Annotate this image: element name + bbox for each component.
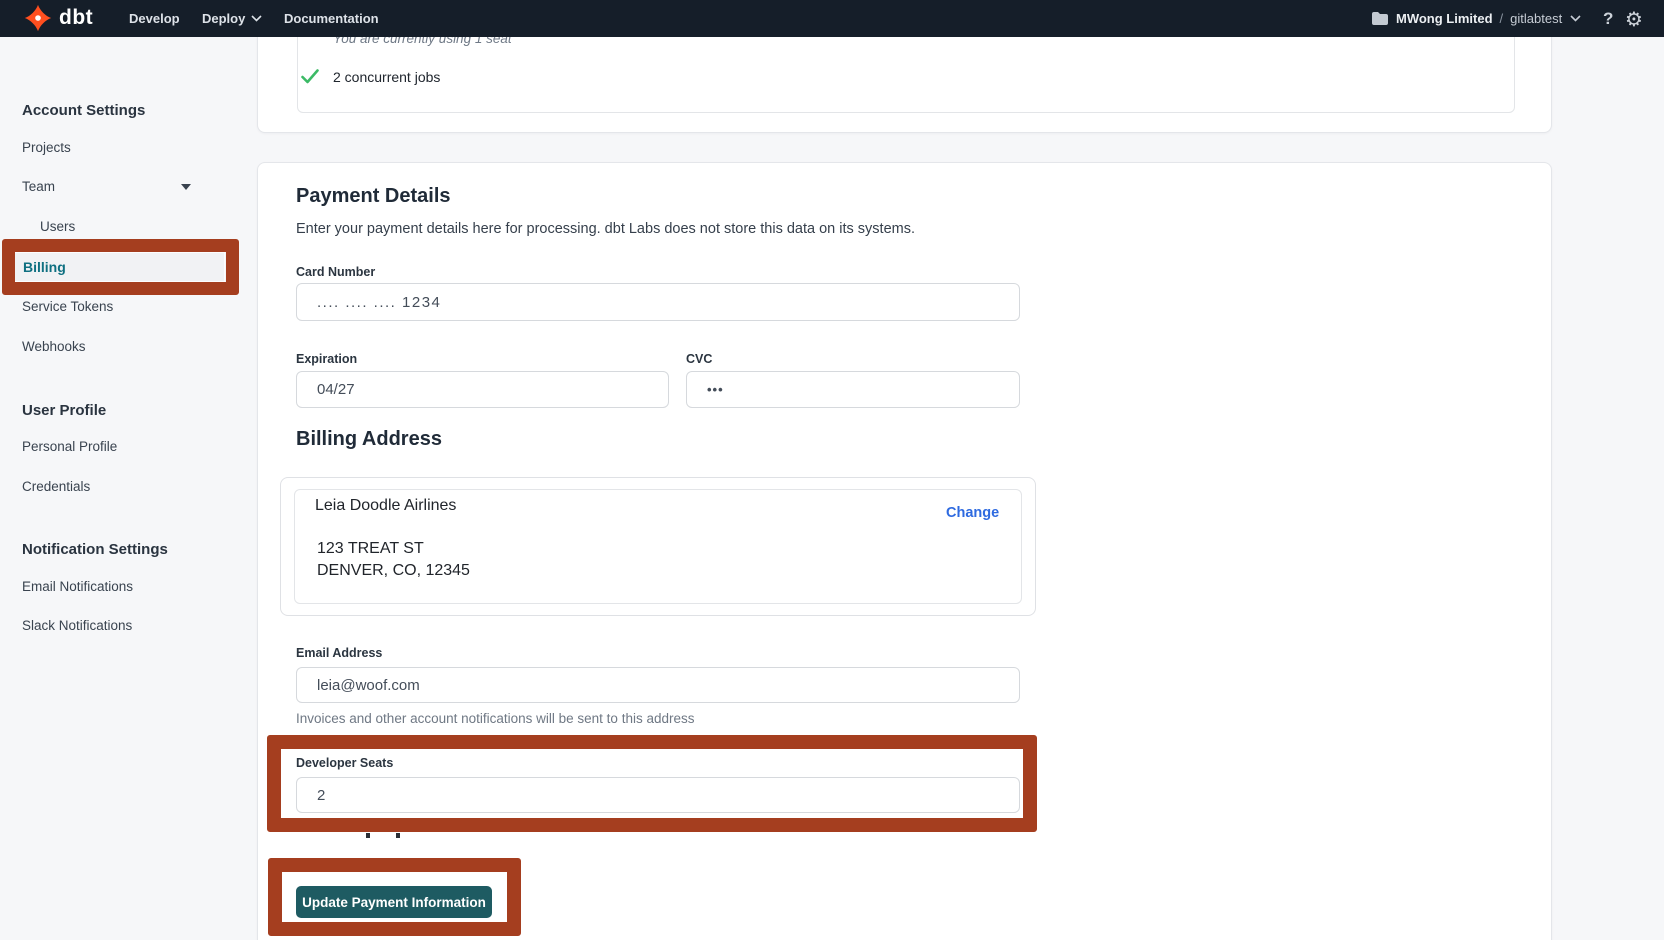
nav-deploy[interactable]: Deploy xyxy=(202,0,262,37)
chevron-down-icon xyxy=(251,15,262,22)
cvc-label: CVC xyxy=(686,352,712,366)
check-icon xyxy=(301,69,319,84)
expiration-input[interactable]: 04/27 xyxy=(296,371,669,408)
occluded-text-fragment xyxy=(396,833,400,838)
email-helper-text: Invoices and other account notifications… xyxy=(296,711,694,726)
help-button[interactable]: ? xyxy=(1603,0,1613,37)
sidebar-item-service-tokens[interactable]: Service Tokens xyxy=(22,299,113,314)
dbt-logo-text: dbt xyxy=(59,6,93,30)
dbt-logo-icon xyxy=(24,4,52,32)
sidebar-item-webhooks[interactable]: Webhooks xyxy=(22,339,86,354)
gear-icon: ⚙ xyxy=(1625,9,1643,29)
email-address-label: Email Address xyxy=(296,646,382,660)
project-name: gitlabtest xyxy=(1510,11,1562,26)
nav-develop-label: Develop xyxy=(129,11,180,26)
developer-seats-label: Developer Seats xyxy=(296,756,393,770)
settings-button[interactable]: ⚙ xyxy=(1625,0,1643,37)
cvc-input[interactable]: ••• xyxy=(686,371,1020,408)
nav-deploy-label: Deploy xyxy=(202,11,245,26)
change-address-link[interactable]: Change xyxy=(946,505,999,521)
top-navbar: dbt Develop Deploy Documentation MWong L… xyxy=(0,0,1664,37)
billing-address-city: DENVER, CO, 12345 xyxy=(317,562,470,580)
sidebar-item-team[interactable]: Team xyxy=(22,179,55,194)
sidebar-item-credentials[interactable]: Credentials xyxy=(22,479,90,494)
occluded-text-fragment xyxy=(366,833,370,838)
expiration-label: Expiration xyxy=(296,352,357,366)
payment-details-title: Payment Details xyxy=(296,185,451,208)
breadcrumb-separator: / xyxy=(1500,11,1504,26)
dbt-logo[interactable]: dbt xyxy=(24,4,93,32)
concurrent-jobs-feature: 2 concurrent jobs xyxy=(333,69,440,85)
billing-address-street: 123 TREAT ST xyxy=(317,540,424,558)
sidebar-item-email-notifications[interactable]: Email Notifications xyxy=(22,579,133,594)
nav-develop[interactable]: Develop xyxy=(129,0,180,37)
sidebar-section-user-profile: User Profile xyxy=(22,402,106,419)
team-collapse-icon[interactable] xyxy=(181,184,191,190)
billing-address-title: Billing Address xyxy=(296,428,442,451)
folder-icon xyxy=(1372,12,1388,25)
update-payment-button[interactable]: Update Payment Information xyxy=(296,886,492,918)
account-switcher[interactable]: MWong Limited / gitlabtest xyxy=(1372,0,1581,37)
nav-documentation-label: Documentation xyxy=(284,11,379,26)
sidebar-item-personal-profile[interactable]: Personal Profile xyxy=(22,439,117,454)
chevron-down-icon xyxy=(1570,15,1581,22)
card-number-input[interactable]: .... .... .... 1234 xyxy=(296,283,1020,321)
sidebar-section-notification-settings: Notification Settings xyxy=(22,541,168,558)
sidebar-item-billing[interactable]: Billing xyxy=(14,252,225,282)
email-address-input[interactable]: leia@woof.com xyxy=(296,667,1020,703)
sidebar-section-account-settings: Account Settings xyxy=(22,102,145,119)
sidebar-item-slack-notifications[interactable]: Slack Notifications xyxy=(22,618,132,633)
account-name: MWong Limited xyxy=(1396,11,1493,26)
payment-details-description: Enter your payment details here for proc… xyxy=(296,221,915,237)
billing-address-name: Leia Doodle Airlines xyxy=(315,497,456,515)
sidebar-item-projects[interactable]: Projects xyxy=(22,140,71,155)
sidebar-item-users[interactable]: Users xyxy=(40,219,75,234)
nav-documentation[interactable]: Documentation xyxy=(284,0,379,37)
sidebar-item-billing-label: Billing xyxy=(23,259,66,275)
card-number-label: Card Number xyxy=(296,265,375,279)
developer-seats-input[interactable]: 2 xyxy=(296,777,1020,813)
